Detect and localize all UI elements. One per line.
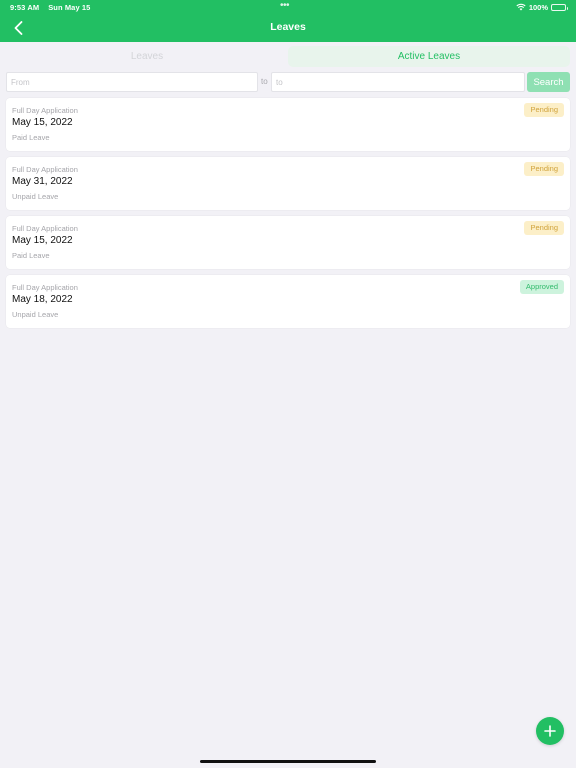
date-filter: to Search: [6, 72, 570, 92]
leave-kind: Unpaid Leave: [12, 310, 59, 319]
leave-card[interactable]: Full Day Application May 15, 2022 Paid L…: [6, 216, 570, 269]
from-date-input[interactable]: [6, 72, 258, 92]
status-time: 9:53 AM: [10, 3, 40, 12]
leave-type: Full Day Application: [12, 106, 78, 115]
status-badge: Pending: [524, 103, 564, 117]
tab-leaves[interactable]: Leaves: [6, 46, 288, 67]
search-button[interactable]: Search: [527, 72, 570, 92]
battery-icon: [551, 3, 568, 11]
leave-date: May 18, 2022: [12, 294, 73, 305]
multitasking-dots[interactable]: •••: [280, 0, 290, 12]
leave-type: Full Day Application: [12, 283, 78, 292]
home-indicator: [200, 760, 376, 763]
tab-active-leaves[interactable]: Active Leaves: [288, 46, 570, 67]
leave-card[interactable]: Full Day Application May 18, 2022 Unpaid…: [6, 275, 570, 328]
page-title: Leaves: [270, 21, 306, 33]
leave-type: Full Day Application: [12, 165, 78, 174]
battery-percent: 100%: [528, 2, 548, 12]
wifi-icon: [516, 3, 526, 11]
nav-bar: 9:53 AM Sun May 15 ••• 100% Leaves: [0, 0, 576, 42]
leave-date: May 15, 2022: [12, 117, 73, 128]
add-leave-button[interactable]: [536, 717, 564, 745]
status-badge: Approved: [519, 280, 564, 294]
status-date: Sun May 15: [48, 3, 91, 12]
to-date-input[interactable]: [271, 72, 525, 92]
to-separator: to: [261, 77, 268, 86]
status-badge: Pending: [524, 221, 564, 235]
leave-card[interactable]: Full Day Application May 31, 2022 Unpaid…: [6, 157, 570, 210]
leave-kind: Unpaid Leave: [12, 192, 59, 201]
leave-type: Full Day Application: [12, 224, 78, 233]
status-bar-left: 9:53 AM Sun May 15: [10, 3, 90, 12]
plus-icon: [544, 725, 556, 737]
status-bar-right: 100%: [516, 2, 568, 12]
status-badge: Pending: [524, 162, 564, 176]
leave-date: May 15, 2022: [12, 235, 73, 246]
tab-segment: Leaves Active Leaves: [6, 46, 570, 67]
leave-card[interactable]: Full Day Application May 15, 2022 Paid L…: [6, 98, 570, 151]
leave-date: May 31, 2022: [12, 176, 73, 187]
leave-kind: Paid Leave: [12, 133, 50, 142]
leave-kind: Paid Leave: [12, 251, 50, 260]
